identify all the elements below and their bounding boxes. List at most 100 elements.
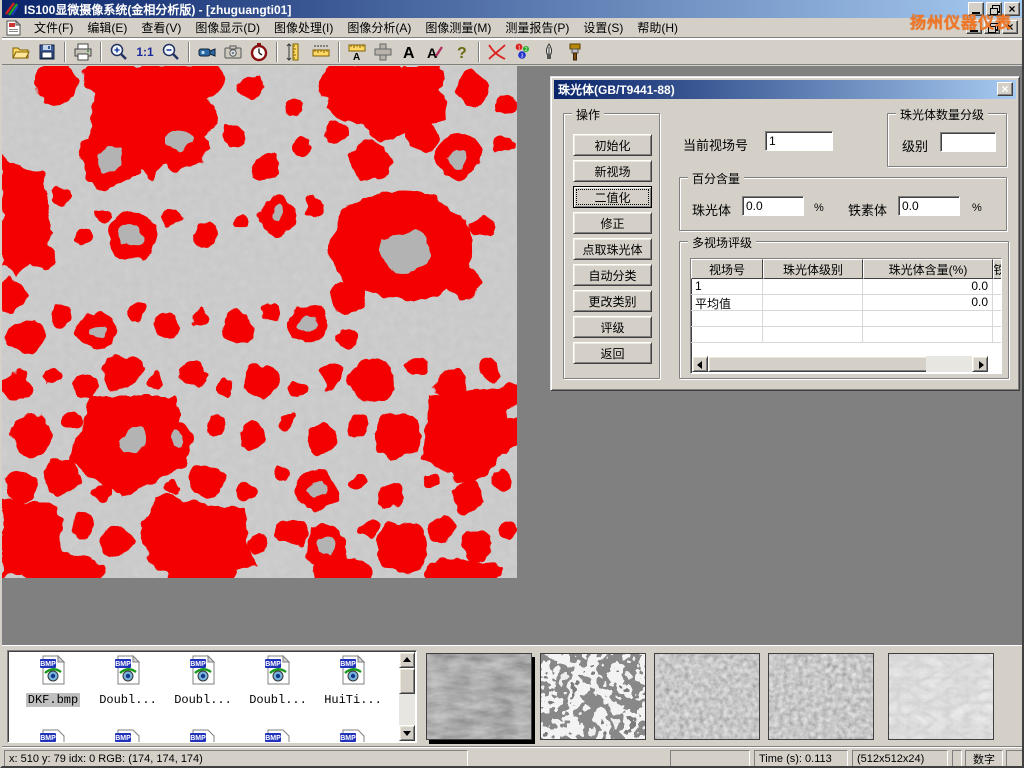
auto-classify-button[interactable]: 自动分类 [573,264,652,286]
bmp-file-icon: BMP [189,655,217,685]
menu-view[interactable]: 查看(V) [134,17,188,38]
curve-tool-button[interactable] [484,40,510,64]
file-name[interactable]: Doubl... [97,693,159,707]
file-item[interactable]: BMP HuiTi... [318,655,388,708]
return-button[interactable]: 返回 [573,342,652,364]
file-item[interactable]: BMP Doubl... [243,655,313,708]
camera-button[interactable] [220,40,246,64]
col-ferrite-content[interactable]: 铁素体含量(%) [993,259,1002,279]
thumbnail-2[interactable] [540,653,646,740]
pen-button[interactable] [536,40,562,64]
ruler-button[interactable] [308,40,334,64]
print-button[interactable] [70,40,96,64]
thumbnail-1[interactable] [426,653,532,740]
status-position: x: 510 y: 79 idx: 0 RGB: (174, 174, 174) [4,750,468,767]
table-horizontal-scrollbar[interactable] [692,356,988,372]
file-item[interactable]: BMP [93,729,163,743]
scroll-left-button[interactable] [692,356,708,372]
arrow-right-icon [979,361,984,369]
pearlite-dialog: 珠光体(GB/T9441-88) × 操作 初始化 新视场 二值化 修正 点取珠… [550,76,1020,391]
svg-text:BMP: BMP [115,661,131,668]
title-bar: IS100显微摄像系统(金相分析版) - [zhuguangti01] × [2,0,1022,18]
file-item[interactable]: BMP Doubl... [93,655,163,708]
arrow-down-icon [403,731,411,736]
change-class-button[interactable]: 更改类别 [573,290,652,312]
file-name[interactable]: DKF.bmp [26,693,80,707]
file-item[interactable]: BMP [318,729,388,743]
scrollbar-thumb[interactable] [399,668,415,694]
grading-group-label: 珠光体数量分级 [896,106,988,123]
thumbnail-3[interactable] [654,653,760,740]
ferrite-percent-input[interactable] [898,196,960,216]
help-icon: ? [451,42,471,62]
file-item[interactable]: BMP [243,729,313,743]
menu-image-measure[interactable]: 图像测量(M) [418,17,498,38]
grade-button[interactable]: 评级 [573,316,652,338]
file-item[interactable]: BMP Doubl... [168,655,238,708]
file-list-scrollbar[interactable] [399,652,415,741]
thumbnail-5[interactable] [888,653,994,740]
menu-settings[interactable]: 设置(S) [576,17,630,38]
scrollbar-track[interactable] [926,356,972,372]
rating-table[interactable]: 视场号 珠光体级别 珠光体含量(%) 铁素体含量(%) 1 0.0 平均值 0.… [690,258,1002,374]
correct-button[interactable]: 修正 [573,212,652,234]
menu-image-processing[interactable]: 图像处理(I) [267,17,340,38]
file-name[interactable]: Doubl... [247,693,309,707]
scrollbar-thumb[interactable] [708,356,942,372]
col-pearlite-level[interactable]: 珠光体级别 [763,259,863,279]
initialize-button[interactable]: 初始化 [573,134,652,156]
svg-text:1: 1 [518,45,521,51]
scroll-up-button[interactable] [399,652,415,668]
file-name[interactable]: Doubl... [172,693,234,707]
pearlite-percent-input[interactable] [742,196,804,216]
scroll-down-button[interactable] [399,725,415,741]
col-pearlite-content[interactable]: 珠光体含量(%) [863,259,993,279]
menu-image-analysis[interactable]: 图像分析(A) [340,17,418,38]
table-row[interactable]: 1 0.0 [691,279,1001,295]
dialog-close-button[interactable]: × [997,82,1013,96]
toolbar-separator [64,42,66,62]
level-input[interactable] [940,132,996,152]
classify-button[interactable]: 1 2 3 [510,40,536,64]
file-browser[interactable]: BMP DKF.bmp BMP Doubl... [7,650,417,743]
menu-image-display[interactable]: 图像显示(D) [188,17,267,38]
scroll-right-button[interactable] [972,356,988,372]
file-name[interactable]: HuiTi... [322,693,384,707]
text-button[interactable]: A [396,40,422,64]
caliper-button[interactable] [282,40,308,64]
binarize-button[interactable]: 二值化 [573,186,652,208]
help-button[interactable]: ? [448,40,474,64]
file-item[interactable]: BMP [168,729,238,743]
col-field-number[interactable]: 视场号 [691,259,763,279]
actual-size-button[interactable]: 1:1 [132,40,158,64]
table-row[interactable]: 平均值 0.0 [691,295,1001,311]
dialog-title-bar[interactable]: 珠光体(GB/T9441-88) × [554,80,1016,99]
video-camera-button[interactable] [194,40,220,64]
menu-file[interactable]: 文件(F) [27,17,80,38]
pick-pearlite-button[interactable]: 点取珠光体 [573,238,652,260]
file-item[interactable]: BMP [18,729,88,743]
dialog-title: 珠光体(GB/T9441-88) [558,81,675,98]
menu-edit[interactable]: 编辑(E) [80,17,134,38]
vendor-watermark: 扬州仪器仪表 [910,9,1012,33]
menu-help[interactable]: 帮助(H) [630,17,685,38]
annotate-button[interactable]: A [422,40,448,64]
timer-button[interactable] [246,40,272,64]
metallographic-image[interactable] [2,66,517,578]
menu-measure-report[interactable]: 测量报告(P) [498,17,576,38]
zoom-in-button[interactable] [106,40,132,64]
save-button[interactable] [34,40,60,64]
new-field-button[interactable]: 新视场 [573,160,652,182]
current-field-input[interactable] [765,131,833,151]
grid-icon [373,42,393,62]
save-icon [37,42,57,62]
text-icon: A [399,42,419,62]
measure-text-button[interactable]: A [344,40,370,64]
zoom-out-button[interactable] [158,40,184,64]
file-item[interactable]: BMP DKF.bmp [18,655,88,708]
thumbnail-4[interactable] [768,653,874,740]
grid-button[interactable] [370,40,396,64]
brush-button[interactable] [562,40,588,64]
classify-icon: 1 2 3 [513,42,533,62]
open-button[interactable] [8,40,34,64]
